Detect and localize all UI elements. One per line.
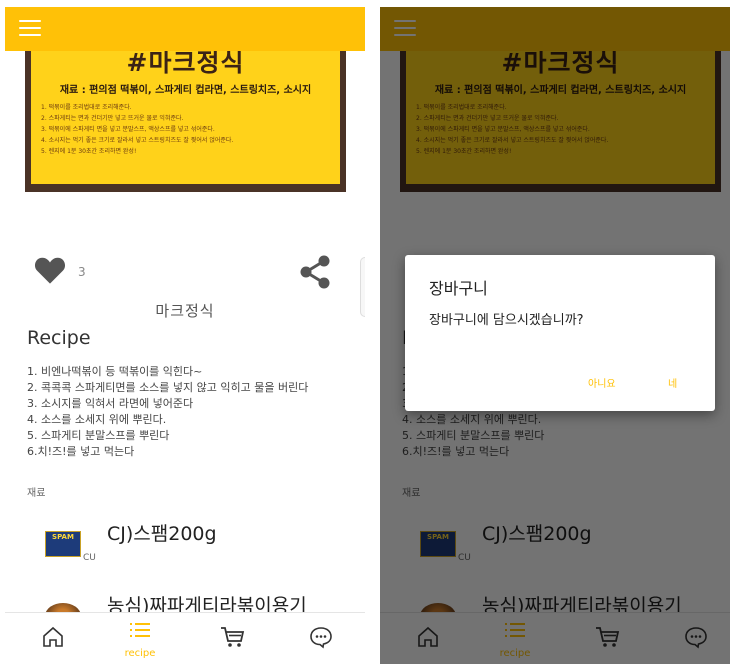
recipe-step: 4. 소스를 소세지 위에 뿌린다.	[27, 413, 167, 426]
recipe-step: 6.치!즈!를 넣고 먹는다	[27, 445, 135, 458]
recipe-step: 5. 스파게티 분말스프를 뿌린다	[27, 429, 170, 442]
recipe-step: 2. 콕콕콕 스파게티면를 소스를 넣지 않고 익히고 물을 버린다	[27, 381, 309, 394]
heart-icon[interactable]	[33, 255, 67, 285]
nav-recipe-label: recipe	[124, 648, 156, 659]
cart-confirm-dialog: 장바구니 장바구니에 담으시겠습니까? 아니요 네	[405, 255, 715, 411]
recipe-steps: 1. 비엔나떡볶이 등 떡볶이를 익힌다~ 2. 콕콕콕 스파게티면를 소스를 …	[27, 364, 308, 460]
recipe-step: 1. 비엔나떡볶이 등 떡볶이를 익힌다~	[27, 365, 203, 378]
like-count: 3	[78, 265, 86, 279]
recipe-detail-screen-with-dialog: #마크정식 재료 : 편의점 떡볶이, 스파게티 컵라면, 스트링치즈, 소시지…	[380, 7, 730, 664]
ingredient-name: CJ)스팸200g	[107, 523, 217, 545]
hero-steps: 1. 떡볶이를 조리법대로 조리해준다. 2. 스파게티는 면과 건더기만 넣고…	[41, 104, 234, 155]
top-app-bar	[5, 7, 365, 51]
recipe-name: 마크정식	[155, 302, 215, 320]
hero-ingredients: 재료 : 편의점 떡볶이, 스파게티 컵라면, 스트링치즈, 소시지	[59, 85, 312, 96]
nav-recipe[interactable]: recipe	[115, 613, 165, 664]
dialog-message: 장바구니에 담으시겠습니까?	[429, 313, 584, 328]
recipe-step: 3. 소시지를 익혀서 라면에 넣어준다	[27, 397, 194, 410]
screenshot-stage: #마크정식 재료 : 편의점 떡볶이, 스파게티 컵라면, 스트링치즈, 소시지…	[0, 0, 730, 664]
chat-icon	[310, 627, 332, 649]
nav-cart[interactable]	[207, 613, 257, 664]
share-icon[interactable]	[299, 254, 331, 290]
dialog-cancel-button[interactable]: 아니요	[588, 375, 616, 390]
bottom-navigation: recipe	[5, 612, 365, 664]
recipe-detail-screen: #마크정식 재료 : 편의점 떡볶이, 스파게티 컵라면, 스트링치즈, 소시지…	[5, 7, 365, 664]
home-icon	[43, 626, 63, 647]
ingredients-label: 재료	[27, 488, 46, 499]
list-icon	[130, 623, 150, 637]
menu-icon[interactable]	[19, 20, 41, 38]
store-label: CU	[83, 553, 96, 563]
spam-product-image: SPAM	[45, 531, 81, 557]
nav-chat[interactable]	[295, 613, 345, 664]
cart-icon	[221, 627, 245, 647]
dialog-confirm-button[interactable]: 네	[668, 375, 677, 390]
dialog-title: 장바구니	[429, 279, 488, 298]
recipe-section-title: Recipe	[27, 327, 91, 349]
nav-home[interactable]	[28, 613, 78, 664]
